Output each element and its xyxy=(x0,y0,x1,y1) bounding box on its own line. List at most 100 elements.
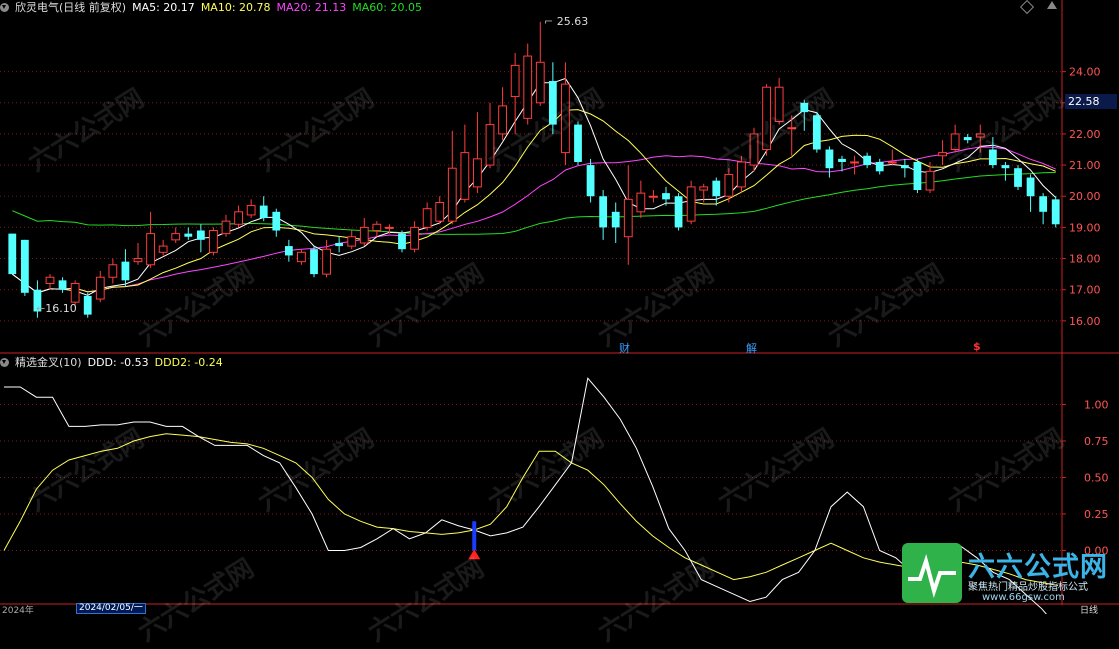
candle-body-down xyxy=(335,242,344,247)
candle-body-down xyxy=(586,165,595,197)
ddd2-line xyxy=(3,433,1059,586)
candle-body-up xyxy=(636,192,646,213)
candle-body-up xyxy=(422,208,432,228)
sub-chart-header: 精选金叉(10) DDD: -0.53 DDD2: -0.24 xyxy=(0,355,229,371)
indicator-tick-label: 0.25 xyxy=(1084,508,1109,521)
signal-bar xyxy=(472,521,477,551)
indicator-title[interactable]: 精选金叉(10) xyxy=(15,356,82,369)
last-price-badge: 22.58 xyxy=(1065,94,1117,109)
candle-body-down xyxy=(875,161,884,172)
candle-body-down xyxy=(913,161,922,191)
candle-body-down xyxy=(8,233,17,275)
candle-body-up xyxy=(158,245,168,253)
candle-body-down xyxy=(662,193,670,200)
high-price-annotation: ⌐ 25.63 xyxy=(544,15,589,28)
candle-body-down xyxy=(1039,196,1048,212)
candle-body-down xyxy=(800,102,809,113)
candle-body-down xyxy=(284,246,293,256)
candle-body-up xyxy=(699,186,709,191)
ma5-readout: MA5: 20.17 xyxy=(132,1,195,14)
candle-body-up xyxy=(146,233,155,266)
candle-body-up xyxy=(510,64,520,98)
chart-canvas[interactable]: 16.0017.0018.0019.0020.0021.0022.0023.00… xyxy=(0,0,1119,629)
low-price-annotation: ←16.10 xyxy=(36,302,77,315)
candle-body-up xyxy=(385,226,394,229)
candle-body-down xyxy=(574,124,582,162)
candle-body-down xyxy=(1026,177,1035,197)
candle-body-down xyxy=(259,205,268,219)
logo-url: www.66gsw.com xyxy=(982,592,1065,603)
candle-body-down xyxy=(398,233,406,250)
ddd-line xyxy=(4,377,1059,629)
main-panel-menu-icon[interactable] xyxy=(0,3,9,12)
candle-body-up xyxy=(561,83,570,154)
candle-body-up xyxy=(975,133,985,138)
candle-body-down xyxy=(611,211,620,228)
buy-signal-arrow xyxy=(468,549,481,560)
candle-body-up xyxy=(850,161,859,164)
candle-body-up xyxy=(45,276,55,284)
price-tick-label: 24.00 xyxy=(1069,66,1101,79)
candle-body-up xyxy=(209,230,218,253)
ma10-readout: MA10: 20.78 xyxy=(200,1,271,14)
time-axis: 2024年 2024/02/05/一 日线 xyxy=(0,603,1119,616)
candle-body-up xyxy=(297,251,306,263)
candle-body-down xyxy=(83,295,92,315)
candle-body-down xyxy=(184,233,193,237)
candle-body-up xyxy=(774,86,784,122)
candle-body-down xyxy=(548,80,557,125)
ma10-line xyxy=(12,109,1056,294)
indicator-tick-label: 0.75 xyxy=(1084,435,1109,448)
price-tick-label: 21.00 xyxy=(1069,159,1101,172)
candle-body-down xyxy=(1051,199,1060,225)
candle-body-up xyxy=(498,105,507,135)
candle-body-down xyxy=(963,137,972,141)
ddd2-readout: DDD2: -0.24 xyxy=(154,356,223,369)
price-tick-label: 19.00 xyxy=(1069,221,1101,234)
candle-body-up xyxy=(372,223,382,232)
ma60-line xyxy=(12,171,1056,235)
candle-body-up xyxy=(787,127,797,130)
candle-body-down xyxy=(712,180,721,197)
candle-body-down xyxy=(900,165,909,169)
candle-body-down xyxy=(310,249,318,275)
candle-body-up xyxy=(95,276,105,300)
main-chart-header: 欣灵电气(日线 前复权) MA5: 20.17 MA10: 20.78 MA20: 2… xyxy=(0,0,428,16)
candle-body-down xyxy=(838,158,846,162)
candle-body-up xyxy=(523,55,533,119)
candle-body-up xyxy=(246,205,256,216)
sub-panel-menu-icon[interactable] xyxy=(0,358,9,367)
ma20-readout: MA20: 21.13 xyxy=(276,1,347,14)
candle-body-down xyxy=(825,149,834,169)
logo-icon xyxy=(902,543,962,603)
candle-body-down xyxy=(121,261,130,281)
candle-body-down xyxy=(812,115,821,150)
site-logo: 六六公式网 聚焦热门精品炒股指标公式 www.66gsw.com xyxy=(902,543,1117,605)
finance-event-marker[interactable]: 财 xyxy=(619,340,630,356)
candle-body-up xyxy=(460,152,470,200)
indicator-tick-label: 1.00 xyxy=(1084,398,1109,411)
logo-subtext: 聚焦热门精品炒股指标公式 xyxy=(968,582,1088,593)
candle-body-up xyxy=(322,248,331,275)
candle-body-up xyxy=(737,161,746,188)
stock-title[interactable]: 欣灵电气(日线 前复权) xyxy=(15,1,126,14)
candle-body-up xyxy=(762,86,771,151)
unlock-event-marker[interactable]: 解 xyxy=(746,340,757,356)
expand-icon[interactable] xyxy=(1047,1,1057,9)
candle-body-up xyxy=(485,124,495,166)
candle-body-up xyxy=(108,264,118,278)
candle-body-down xyxy=(1014,168,1022,187)
candle-body-up xyxy=(473,158,482,188)
time-axis-date-box[interactable]: 2024/02/05/一 xyxy=(76,603,146,614)
candle-body-up xyxy=(133,258,143,263)
candle-body-up xyxy=(649,195,658,198)
ma5-line xyxy=(12,77,1057,296)
dividend-event-marker[interactable]: $ xyxy=(973,340,981,353)
candle-body-down xyxy=(58,280,67,290)
candle-body-up xyxy=(435,201,445,222)
candle-body-up xyxy=(686,186,696,222)
candle-body-up xyxy=(724,173,734,197)
candle-body-up xyxy=(938,152,947,157)
price-tick-label: 22.00 xyxy=(1069,128,1101,141)
candle-body-up xyxy=(359,226,369,244)
